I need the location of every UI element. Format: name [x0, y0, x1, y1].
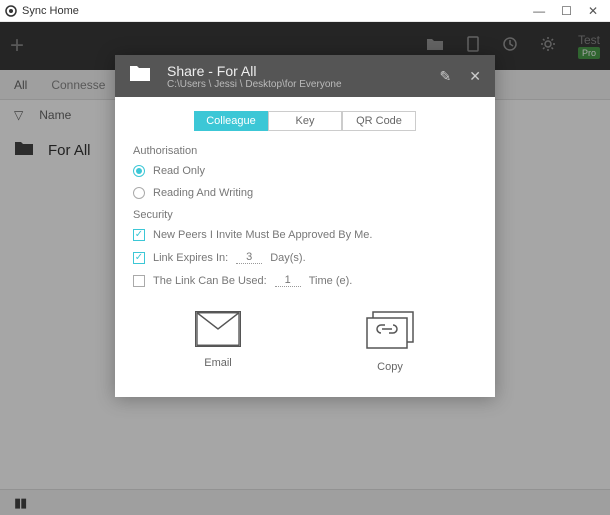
checkbox-icon: [133, 275, 145, 287]
window-title: Sync Home: [22, 5, 79, 17]
expires-input[interactable]: [236, 251, 262, 264]
tab-key[interactable]: Key: [268, 111, 342, 131]
auth-label: Authorisation: [133, 145, 477, 157]
minimize-button[interactable]: —: [533, 4, 545, 18]
app-icon: [4, 4, 18, 18]
modal-path: C:\Users \ Jessi \ Desktop\for Everyone: [167, 79, 342, 90]
tab-colleague[interactable]: Colleague: [194, 111, 268, 131]
radio-icon: [133, 165, 145, 177]
close-button[interactable]: ✕: [588, 4, 598, 18]
check-expires[interactable]: Link Expires In: Day(s).: [133, 251, 477, 264]
radio-readonly[interactable]: Read Only: [133, 165, 477, 177]
check-uses[interactable]: The Link Can Be Used: Time (e).: [133, 274, 477, 287]
radio-icon: [133, 187, 145, 199]
share-modal: Share - For All C:\Users \ Jessi \ Deskt…: [115, 55, 495, 397]
security-label: Security: [133, 209, 477, 221]
copy-icon: [365, 311, 415, 351]
copy-button[interactable]: Copy: [365, 311, 415, 373]
uses-input[interactable]: [275, 274, 301, 287]
checkbox-icon: [133, 229, 145, 241]
tab-qr[interactable]: QR Code: [342, 111, 416, 131]
email-icon: [195, 311, 241, 347]
edit-icon[interactable]: ✎: [440, 68, 452, 85]
modal-header: Share - For All C:\Users \ Jessi \ Deskt…: [115, 55, 495, 97]
modal-title: Share - For All: [167, 63, 342, 79]
radio-readwrite[interactable]: Reading And Writing: [133, 187, 477, 199]
close-icon[interactable]: ✕: [469, 68, 481, 85]
check-approve[interactable]: New Peers I Invite Must Be Approved By M…: [133, 229, 477, 241]
folder-icon: [129, 64, 151, 88]
checkbox-icon: [133, 252, 145, 264]
maximize-button[interactable]: ☐: [561, 4, 572, 18]
email-button[interactable]: Email: [195, 311, 241, 373]
share-tabs: Colleague Key QR Code: [133, 111, 477, 131]
titlebar: Sync Home — ☐ ✕: [0, 0, 610, 22]
